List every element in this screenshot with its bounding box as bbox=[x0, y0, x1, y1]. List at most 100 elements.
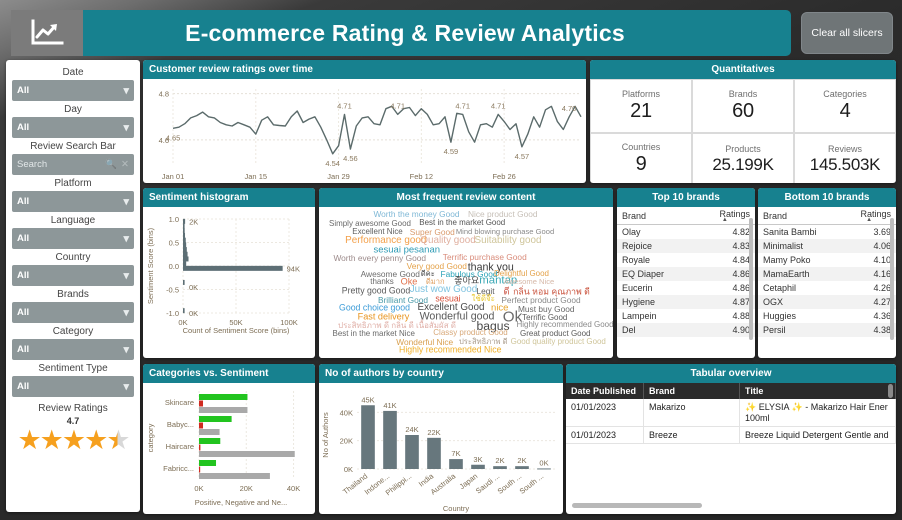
rating-cell: 4.84 bbox=[732, 255, 750, 265]
table-row[interactable]: Rejoice 4.83 bbox=[617, 239, 755, 253]
clear-all-slicers-button[interactable]: Clear all slicers bbox=[801, 12, 893, 54]
kpi-countries[interactable]: Countries 9 bbox=[590, 132, 692, 183]
table-row[interactable]: EQ Diaper 4.86 bbox=[617, 267, 755, 281]
brand-cell: Lampein bbox=[622, 311, 657, 321]
svg-text:1.0: 1.0 bbox=[169, 215, 179, 224]
wordcloud-word[interactable]: Awesome Nice bbox=[504, 278, 555, 286]
table-row[interactable]: Huggies 4.36 bbox=[758, 309, 896, 323]
sentiment-histogram-chart[interactable]: 0K 50K 100K-1.0-0.50.00.51.0 2K94K0K0KSenti… bbox=[143, 207, 315, 358]
svg-text:45K: 45K bbox=[361, 395, 374, 404]
table-row[interactable]: 01/01/2023 Makarizo ✨ ELYSIA ✨ - Makarizo … bbox=[566, 399, 896, 427]
table-row[interactable]: Cetaphil 4.26 bbox=[758, 281, 896, 295]
rating-cell: 4.87 bbox=[732, 297, 750, 307]
categories-sentiment-chart[interactable]: 0K 20K 40K Skincare Babyc... Haircare Fabricc.… bbox=[143, 383, 315, 514]
slicer-value: All bbox=[17, 344, 30, 355]
wordcloud-word[interactable]: Fast delivery bbox=[358, 312, 410, 321]
svg-text:-1.0: -1.0 bbox=[166, 309, 179, 318]
top10-brands-panel: Top 10 brands Brand Ratings ▲ Olay 4.82 Re… bbox=[617, 188, 755, 358]
table-row[interactable]: Lampein 4.88 bbox=[617, 309, 755, 323]
table-row[interactable]: MamaEarth 4.16 bbox=[758, 267, 896, 281]
wordcloud-word[interactable]: Highly recommended Nice bbox=[399, 346, 501, 355]
vertical-scrollbar[interactable] bbox=[749, 218, 753, 340]
slicer-value: All bbox=[17, 381, 30, 392]
slicer-value: All bbox=[17, 85, 30, 96]
table-row[interactable]: Mamy Poko 4.10 bbox=[758, 253, 896, 267]
column-header-date-published[interactable]: Date Published bbox=[566, 383, 644, 399]
brand-cell: Rejoice bbox=[622, 241, 653, 251]
rating-cell: 4.26 bbox=[873, 283, 891, 293]
slicer-country: Country All ▾ bbox=[12, 249, 134, 286]
rating-cell: 4.82 bbox=[732, 227, 750, 237]
column-header-brand[interactable]: Brand bbox=[617, 207, 695, 225]
search-icon[interactable]: 🔍 bbox=[105, 159, 117, 170]
table-row[interactable]: Hygiene 4.87 bbox=[617, 295, 755, 309]
table-row[interactable]: Minimalist 4.06 bbox=[758, 239, 896, 253]
kpi-categories[interactable]: Categories 4 bbox=[794, 79, 896, 133]
slicer-platform-dropdown[interactable]: All ▾ bbox=[12, 191, 134, 212]
slicer-language-dropdown[interactable]: All ▾ bbox=[12, 228, 134, 249]
table-row[interactable]: OGX 4.27 bbox=[758, 295, 896, 309]
brand-cell: Del bbox=[622, 325, 636, 335]
svg-text:Babyc...: Babyc... bbox=[167, 420, 194, 429]
svg-text:24K: 24K bbox=[405, 425, 418, 434]
slicer-category: Category All ▾ bbox=[12, 323, 134, 360]
table-row[interactable]: Del 4.90 bbox=[617, 323, 755, 337]
table-row[interactable]: Sanita Bambi 3.69 bbox=[758, 225, 896, 240]
column-header-brand[interactable]: Brand bbox=[644, 383, 740, 399]
slicer-label: Brands bbox=[57, 289, 89, 300]
svg-text:-0.5: -0.5 bbox=[166, 286, 179, 295]
categories-sentiment-title: Categories vs. Sentiment bbox=[143, 364, 315, 383]
wordcloud-word[interactable]: Suitability good bbox=[475, 235, 542, 246]
authors-country-chart[interactable]: 0K20K40K45KThailand41KIndone...24KPhilip… bbox=[319, 383, 563, 514]
column-header-ratings[interactable]: Ratings ▲ bbox=[842, 207, 896, 225]
wordcloud-word[interactable]: Good quality product Good bbox=[511, 338, 606, 346]
clear-icon[interactable]: ✕ bbox=[121, 159, 129, 170]
svg-text:South ...: South ... bbox=[518, 471, 546, 495]
svg-text:Sentiment Score (bins): Sentiment Score (bins) bbox=[146, 227, 155, 304]
svg-text:Jan 15: Jan 15 bbox=[245, 172, 268, 181]
chevron-down-icon: ▾ bbox=[123, 85, 129, 97]
kpi-products[interactable]: Products 25.199K bbox=[692, 132, 794, 183]
kpi-brands[interactable]: Brands 60 bbox=[692, 79, 794, 133]
rating-cell: 4.06 bbox=[873, 241, 891, 251]
table-row[interactable]: Eucerin 4.86 bbox=[617, 281, 755, 295]
brand-cell: EQ Diaper bbox=[622, 269, 665, 279]
svg-text:4.71: 4.71 bbox=[337, 101, 352, 110]
table-row[interactable]: 01/01/2023 Breeze Breeze Liquid Detergent … bbox=[566, 427, 896, 444]
vertical-scrollbar[interactable] bbox=[890, 218, 894, 340]
brand-cell: OGX bbox=[763, 297, 784, 307]
wordcloud-word[interactable]: thanks bbox=[370, 277, 393, 286]
table-row[interactable]: Royale 4.84 bbox=[617, 253, 755, 267]
column-header-brand[interactable]: Brand bbox=[758, 207, 843, 225]
column-header-ratings[interactable]: Ratings ▲ bbox=[694, 207, 755, 225]
kpi-reviews[interactable]: Reviews 145.503K bbox=[794, 132, 896, 183]
svg-text:0K: 0K bbox=[194, 484, 203, 493]
table-row[interactable]: Persil 4.38 bbox=[758, 323, 896, 337]
table-row[interactable]: Olay 4.82 bbox=[617, 225, 755, 240]
slicer-date-dropdown[interactable]: All ▾ bbox=[12, 80, 134, 101]
chevron-down-icon: ▾ bbox=[123, 344, 129, 356]
slicer-country-dropdown[interactable]: All ▾ bbox=[12, 265, 134, 286]
table-vertical-scrollbar[interactable] bbox=[888, 384, 893, 398]
review-search-input[interactable]: Search 🔍 ✕ bbox=[12, 154, 134, 175]
wordcloud-body[interactable]: Worth the money Good Nice product Good Sim… bbox=[319, 207, 613, 358]
slicer-platform: Platform All ▾ bbox=[12, 175, 134, 212]
slicer-brands-dropdown[interactable]: All ▾ bbox=[12, 302, 134, 323]
wordcloud-word[interactable]: Must buy Good bbox=[518, 304, 575, 313]
brand-cell: Makarizo bbox=[644, 399, 740, 426]
svg-text:0K: 0K bbox=[344, 465, 353, 474]
line-chart[interactable]: 4.64.8Jan 01 Jan 15 Jan 29 Feb 12 Feb 264.65… bbox=[143, 79, 586, 183]
chevron-down-icon: ▾ bbox=[123, 122, 129, 134]
slicer-label: Day bbox=[64, 104, 82, 115]
slicer-value: All bbox=[17, 270, 30, 281]
svg-text:0K: 0K bbox=[189, 309, 198, 318]
column-header-title[interactable]: Title bbox=[740, 383, 896, 399]
slicer-category-dropdown[interactable]: All ▾ bbox=[12, 339, 134, 360]
table-horizontal-scrollbar[interactable] bbox=[572, 503, 702, 508]
authors-country-title: No of authors by country bbox=[319, 364, 563, 383]
kpi-platforms[interactable]: Platforms 21 bbox=[590, 79, 692, 133]
slicer-day-dropdown[interactable]: All ▾ bbox=[12, 117, 134, 138]
slicer-sentiment-dropdown[interactable]: All ▾ bbox=[12, 376, 134, 397]
line-chart-panel: Customer review ratings over time 4.6 4.8… bbox=[143, 60, 586, 183]
top10-table: Brand Ratings ▲ Olay 4.82 Rejoice 4.83 Royal… bbox=[617, 207, 755, 337]
